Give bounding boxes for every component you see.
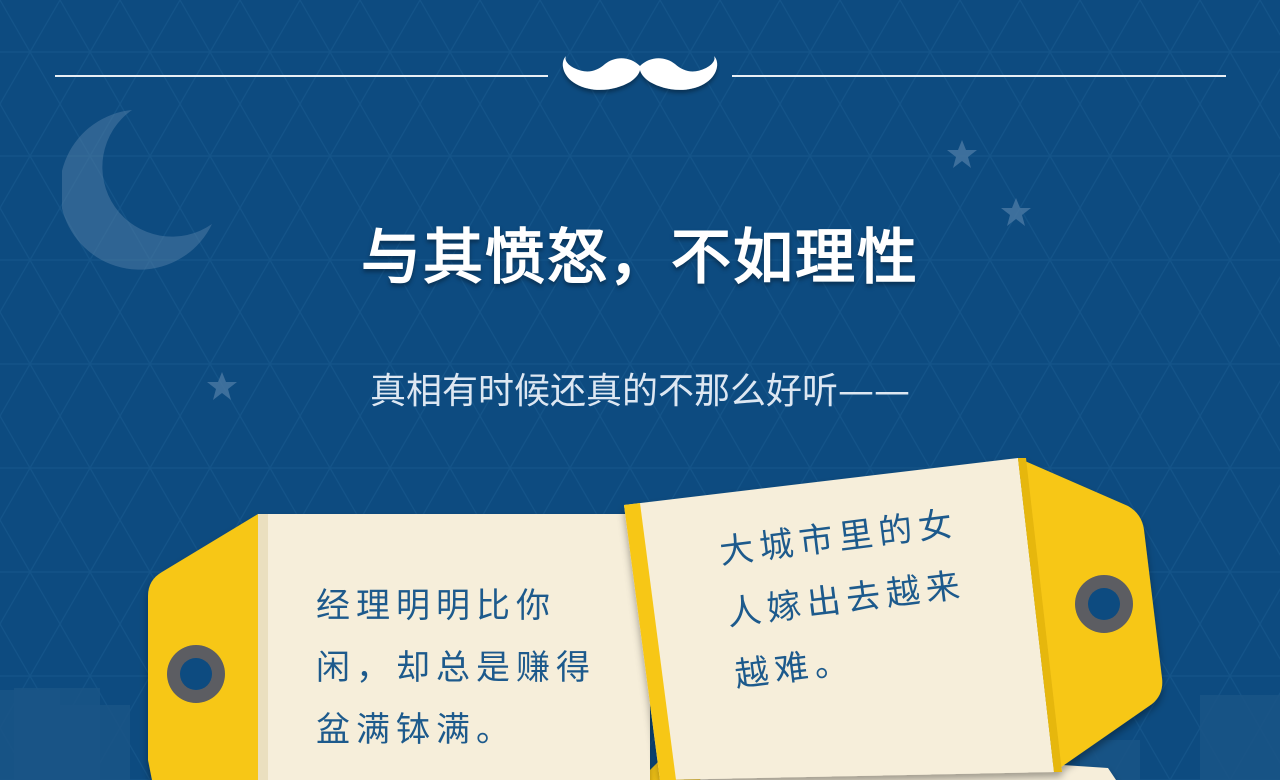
tags-illustration <box>148 458 1163 780</box>
tag-left-text: 经理明明比你 闲，却总是赚得 盆满钵满。 <box>316 575 596 761</box>
tag-left-line: 闲，却总是赚得 <box>316 648 596 688</box>
tag-right-text: 大城市里的女 人嫁出去越来 越难。 <box>716 493 977 707</box>
tag-left-line: 经理明明比你 <box>316 586 556 626</box>
tag-left-line: 盆满钵满。 <box>316 710 516 750</box>
